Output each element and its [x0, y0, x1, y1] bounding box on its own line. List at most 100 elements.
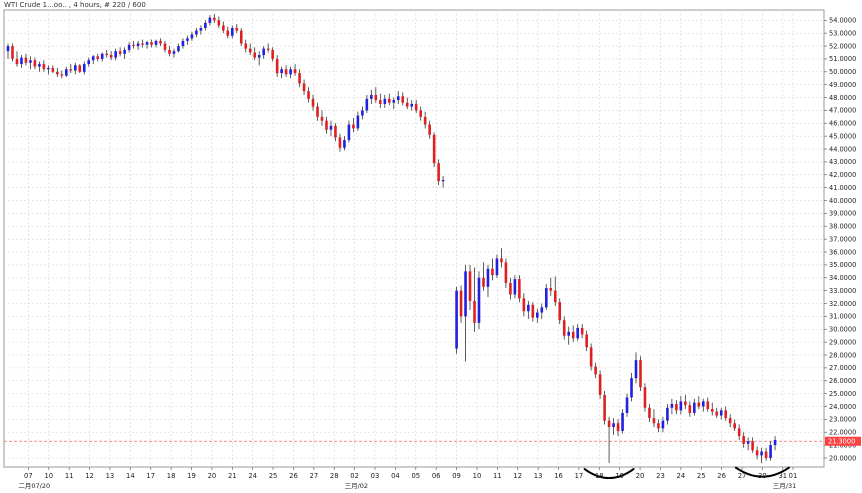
time-axis[interactable]: 07 10 11 12 13 14 17 18 19 20 21 24 25 26 27 28 02 03 04 05… — [18, 467, 797, 490]
candle-body-up — [136, 43, 140, 47]
candle-body-up — [181, 40, 185, 47]
candle-body-up — [329, 125, 333, 130]
x-tick-label: 04 — [391, 472, 400, 480]
candle-body-down — [60, 74, 64, 76]
candle-body-down — [562, 320, 566, 336]
candle-body-down — [320, 116, 324, 121]
candle-body-up — [172, 51, 176, 54]
y-tick-label: 44.0000 — [829, 145, 856, 153]
candle-body-up — [719, 410, 723, 416]
candle-body-up — [199, 28, 203, 31]
candle — [78, 64, 82, 74]
candle-body-down — [226, 30, 230, 36]
candle-body-up — [746, 441, 750, 444]
candle-body-down — [405, 102, 409, 107]
candle-body-down — [15, 58, 19, 65]
candle-body-down — [163, 43, 167, 50]
x-tick-label: 09 — [452, 472, 461, 480]
candle-body-down — [109, 55, 113, 58]
x-tick-label: 17 — [575, 472, 584, 480]
x-tick-label: 30 — [758, 472, 767, 480]
y-tick-label: 46.0000 — [829, 120, 856, 128]
candle — [643, 383, 647, 412]
candle-body-down — [307, 91, 310, 99]
candle-body-up — [477, 277, 481, 323]
candle-body-down — [401, 96, 405, 103]
candle-body-up — [495, 258, 499, 276]
candle-body-up — [127, 44, 131, 50]
candle-body-down — [141, 43, 144, 45]
candle-body-down — [213, 17, 216, 21]
candle-body-down — [316, 106, 319, 117]
candle-body-down — [737, 428, 741, 437]
candle-body-down — [432, 134, 436, 164]
y-tick-label: 34.0000 — [829, 274, 856, 282]
candle-body-down — [302, 83, 306, 92]
candle-body-up — [190, 34, 194, 39]
candle-body-down — [733, 423, 736, 429]
x-tick-label: 24 — [248, 472, 257, 480]
candle-body-down — [24, 57, 28, 63]
x-tick-label: 06 — [432, 472, 441, 480]
y-tick-label: 48.0000 — [829, 94, 856, 102]
candle-body-down — [311, 98, 315, 107]
candle-body-up — [361, 110, 364, 116]
candle-body-up — [365, 98, 369, 111]
x-tick-label: 26 — [717, 472, 726, 480]
x-tick-label: 20 — [208, 472, 217, 480]
candle-body-down — [266, 48, 270, 50]
candle-body-down — [239, 30, 243, 44]
candle-body-up — [204, 22, 207, 29]
candle-body-up — [343, 140, 346, 148]
candle-body-up — [701, 401, 705, 407]
candle-body-up — [634, 360, 638, 379]
candle-body-up — [513, 279, 517, 295]
x-tick-label: 25 — [697, 472, 706, 480]
candle-body-down — [751, 441, 754, 451]
candle-body-down — [275, 58, 279, 74]
candle-body-down — [248, 48, 252, 53]
candle-body-down — [652, 418, 656, 424]
y-tick-label: 54.0000 — [829, 17, 856, 25]
candle-body-down — [419, 110, 422, 117]
candle-body-down — [284, 69, 288, 75]
candle-body-up — [760, 451, 763, 456]
candle-body-down — [715, 411, 719, 416]
candle-body-up — [73, 65, 77, 71]
candle-body-down — [437, 163, 440, 182]
y-tick-label: 39.0000 — [829, 210, 856, 218]
candle — [518, 275, 521, 303]
candle-body-down — [423, 116, 427, 125]
candle-body-down — [69, 69, 73, 71]
candle-body-down — [504, 262, 508, 283]
candle-body-down — [580, 327, 584, 335]
x-tick-label: 28 — [330, 472, 339, 480]
candle-body-up — [621, 412, 624, 431]
x-period-label: 三月/31 — [773, 482, 796, 490]
candle-body-down — [222, 25, 225, 31]
candle — [437, 159, 440, 186]
candle-body-down — [334, 125, 337, 138]
candle-body-up — [773, 439, 777, 446]
candle-body-up — [670, 403, 674, 408]
y-tick-label: 45.0000 — [829, 132, 856, 140]
candle-body-down — [585, 334, 588, 348]
x-tick-label: 11 — [493, 472, 502, 480]
annotation-curve — [583, 468, 635, 480]
candle-body-down — [553, 290, 557, 303]
price-axis[interactable]: 54.0000 53.0000 52.0000 51.0000 50.0000 49.00… — [824, 17, 861, 463]
candle-body-down — [598, 374, 602, 395]
candle-body-down — [518, 279, 521, 299]
x-tick-label: 23 — [656, 472, 665, 480]
candle-body-up — [455, 290, 458, 349]
candle-body-down — [724, 410, 728, 419]
candle-body-down — [522, 298, 526, 312]
y-tick-label: 47.0000 — [829, 107, 856, 115]
y-tick-label: 50.0000 — [829, 68, 856, 76]
candle-body-up — [527, 304, 530, 312]
y-tick-label: 30.0000 — [829, 326, 856, 334]
candle-body-down — [706, 401, 710, 410]
y-tick-label: 23.0000 — [829, 416, 856, 424]
y-tick-label: 24.0000 — [829, 403, 856, 411]
y-tick-label: 42.0000 — [829, 171, 856, 179]
